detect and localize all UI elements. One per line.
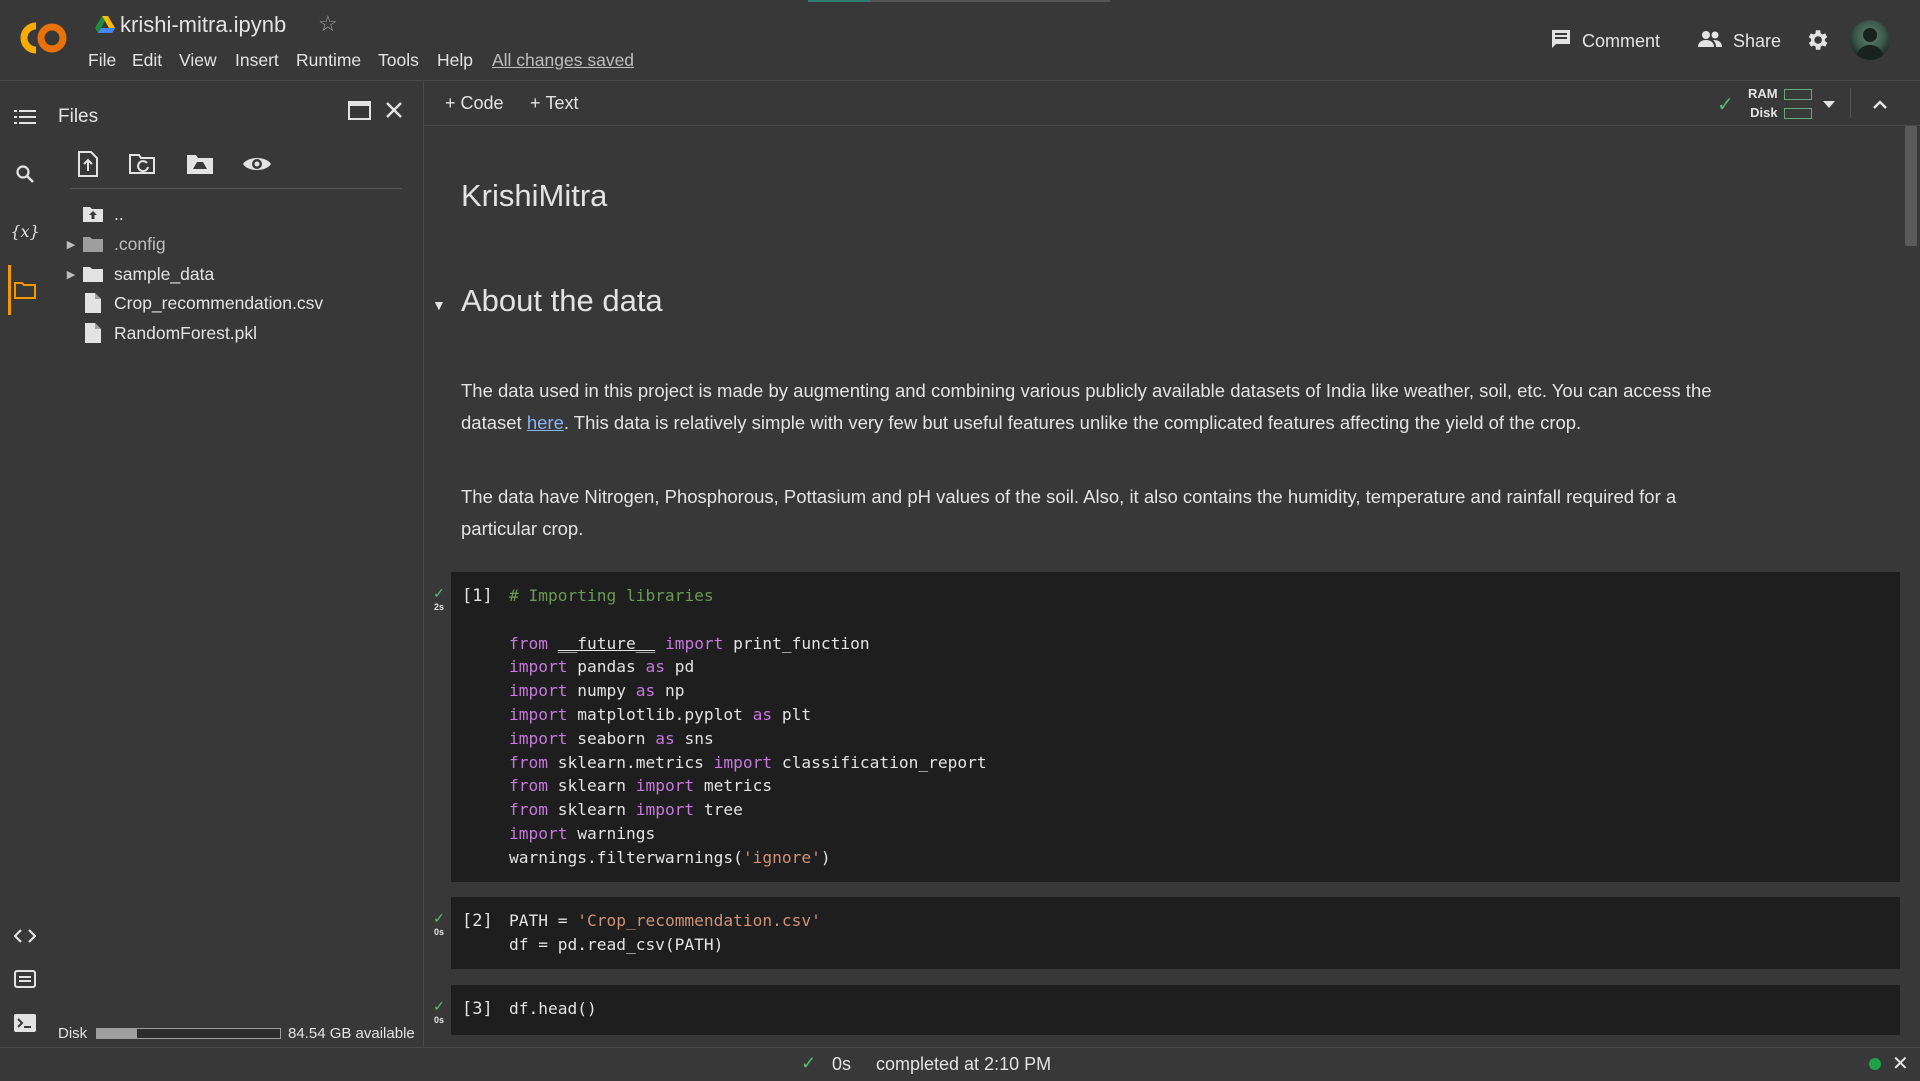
section-heading: About the data xyxy=(461,283,663,318)
code-snippets-icon[interactable] xyxy=(12,923,38,949)
check-icon: ✓ xyxy=(801,1053,817,1073)
collapse-section-icon[interactable]: ▼ xyxy=(432,297,446,313)
mount-drive-icon[interactable] xyxy=(185,150,215,178)
menu-file[interactable]: File xyxy=(88,50,116,71)
avatar[interactable] xyxy=(1850,20,1890,60)
comment-icon xyxy=(1550,29,1572,54)
share-button[interactable]: Share xyxy=(1697,28,1781,54)
connection-status-dot xyxy=(1869,1058,1881,1070)
gear-icon[interactable] xyxy=(1804,27,1830,53)
disk-label: Disk xyxy=(1750,105,1778,120)
table-of-contents-icon[interactable] xyxy=(12,104,38,130)
code-cell[interactable] xyxy=(451,985,1900,1035)
active-indicator xyxy=(8,265,11,315)
file-row-label: RandomForest.pkl xyxy=(114,322,257,343)
plus-icon: + xyxy=(445,93,456,113)
file-row-pkl[interactable]: RandomForest.pkl xyxy=(60,320,257,346)
terminal-icon[interactable] xyxy=(12,1010,38,1036)
close-icon[interactable] xyxy=(383,99,405,126)
people-icon xyxy=(1697,30,1723,53)
dataset-link[interactable]: here xyxy=(527,412,564,433)
menu-help[interactable]: Help xyxy=(437,50,473,71)
add-text-label: Text xyxy=(545,93,579,113)
file-row-label: .. xyxy=(114,203,124,224)
code-editor[interactable]: PATH = 'Crop_recommendation.csv' df = pd… xyxy=(509,909,821,957)
eye-icon[interactable] xyxy=(242,150,272,178)
colab-logo[interactable] xyxy=(16,18,70,58)
command-palette-icon[interactable] xyxy=(12,966,38,992)
folder-icon[interactable] xyxy=(12,277,38,303)
connected-check-icon: ✓ xyxy=(1717,94,1734,116)
cell-run-status[interactable]: ✓ 0s xyxy=(430,999,448,1026)
refresh-folder-icon[interactable] xyxy=(128,150,158,178)
resource-monitor[interactable]: RAM Disk xyxy=(1748,84,1812,122)
text-paragraph: The data have Nitrogen, Phosphorous, Pot… xyxy=(461,486,1677,539)
execution-count: [2] xyxy=(462,911,493,931)
file-row-label: .config xyxy=(114,233,166,254)
open-in-tab-icon[interactable] xyxy=(348,99,372,126)
menu-runtime[interactable]: Runtime xyxy=(296,50,361,71)
menu-insert[interactable]: Insert xyxy=(235,50,279,71)
search-icon[interactable] xyxy=(12,161,38,187)
loading-indicator xyxy=(808,0,870,2)
caret-right-icon[interactable]: ▶ xyxy=(60,268,82,281)
file-row-label: sample_data xyxy=(114,263,215,284)
caret-right-icon[interactable]: ▶ xyxy=(60,238,82,251)
notebook-filename[interactable]: krishi-mitra.ipynb xyxy=(120,12,286,38)
menu-tools[interactable]: Tools xyxy=(378,50,419,71)
cell-run-status[interactable]: ✓ 2s xyxy=(430,586,448,613)
code-editor[interactable]: # Importing libraries from __future__ im… xyxy=(509,584,987,870)
notebook-toolbar xyxy=(424,81,1920,126)
menu-edit[interactable]: Edit xyxy=(132,50,162,71)
code-editor[interactable]: df.head() xyxy=(509,997,597,1021)
folder-icon xyxy=(82,264,104,284)
comment-button[interactable]: Comment xyxy=(1550,28,1660,54)
notebook-heading: KrishiMitra xyxy=(461,178,608,213)
google-drive-icon xyxy=(95,16,115,34)
completion-status[interactable]: completed at 2:10 PM xyxy=(876,1054,1051,1075)
menu-view[interactable]: View xyxy=(179,50,217,71)
file-row-parent[interactable]: .. xyxy=(60,201,124,227)
scrollbar[interactable] xyxy=(1905,126,1917,246)
execution-time: 0s xyxy=(832,1054,852,1074)
variables-icon[interactable]: {x} xyxy=(10,218,39,244)
execution-count: [3] xyxy=(462,999,493,1019)
ram-usage-bar xyxy=(1783,89,1812,101)
execution-count: [1] xyxy=(462,586,493,606)
cell-run-status[interactable]: ✓ 0s xyxy=(430,911,448,938)
close-icon[interactable]: ✕ xyxy=(1892,1051,1909,1076)
file-row-label: Crop_recommendation.csv xyxy=(114,292,324,313)
folder-icon xyxy=(82,234,104,254)
ram-label: RAM xyxy=(1748,86,1778,101)
comment-label: Comment xyxy=(1582,30,1661,51)
add-code-label: Code xyxy=(460,93,504,113)
add-code-button[interactable]: + Code xyxy=(445,93,504,114)
chevron-up-icon[interactable] xyxy=(1872,96,1888,114)
add-text-button[interactable]: + Text xyxy=(530,93,579,114)
star-icon[interactable]: ☆ xyxy=(318,11,338,37)
files-divider xyxy=(70,188,402,189)
disk-usage-bar xyxy=(96,1028,281,1039)
disk-usage-mini-bar xyxy=(1783,108,1812,120)
files-panel-title: Files xyxy=(58,106,99,127)
folder-up-icon xyxy=(82,204,104,224)
plus-icon: + xyxy=(530,93,541,113)
file-icon xyxy=(82,293,104,313)
file-row-csv[interactable]: Crop_recommendation.csv xyxy=(60,290,323,316)
disk-available-text: 84.54 GB available xyxy=(288,1025,415,1042)
file-icon xyxy=(82,323,104,343)
disk-label: Disk xyxy=(58,1025,88,1042)
toolbar-divider xyxy=(1850,88,1851,118)
save-status-link[interactable]: All changes saved xyxy=(492,50,634,71)
share-label: Share xyxy=(1733,30,1782,51)
file-row-config[interactable]: ▶ .config xyxy=(60,231,166,257)
file-row-sample-data[interactable]: ▶ sample_data xyxy=(60,261,214,287)
text-paragraph: The data used in this project is made by… xyxy=(461,380,1712,433)
chevron-down-icon[interactable] xyxy=(1823,96,1835,114)
upload-file-icon[interactable] xyxy=(73,150,103,178)
disk-usage-fill xyxy=(97,1029,138,1038)
